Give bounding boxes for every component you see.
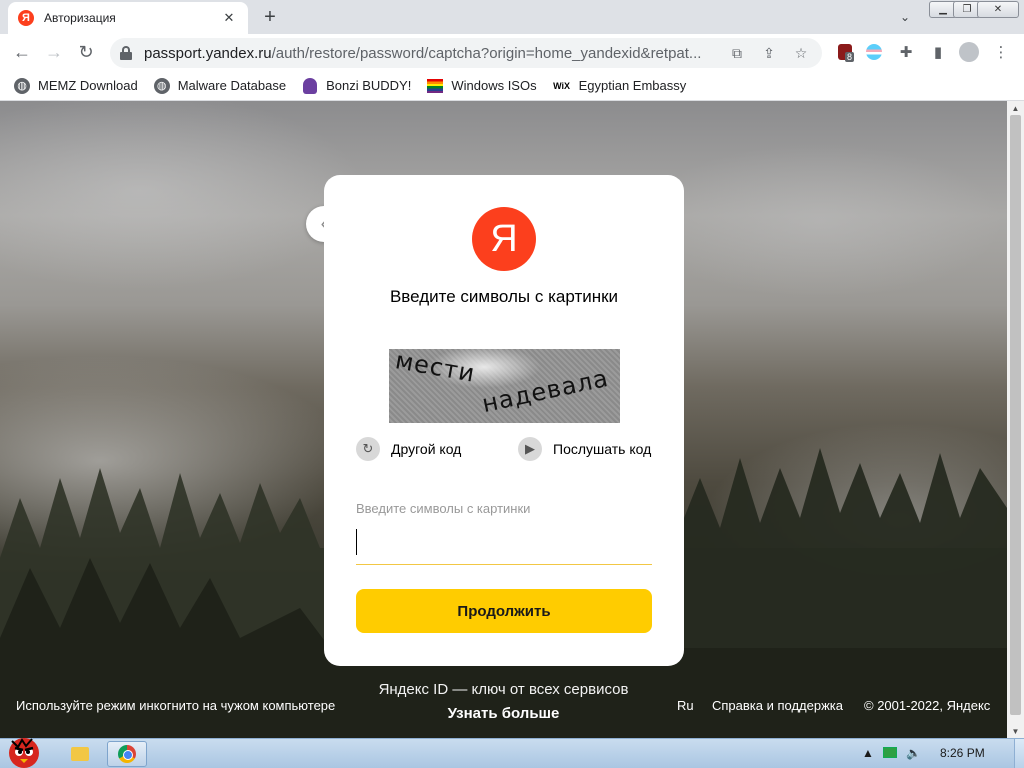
lock-icon[interactable] (120, 46, 132, 60)
other-code-label: Другой код (391, 441, 462, 457)
bookmark-star-icon[interactable]: ☆ (792, 44, 810, 62)
start-button-icon[interactable] (2, 731, 46, 768)
reload-icon[interactable]: ↻ (70, 37, 102, 69)
auth-card: Я Введите символы с картинки мести надев… (324, 175, 684, 666)
yandex-logo: Я (472, 207, 536, 271)
bookmark-windows-isos[interactable]: Windows ISOs (427, 78, 537, 93)
rainbow-flag-icon (427, 78, 444, 93)
bookmark-egyptian-embassy[interactable]: WiX Egyptian Embassy (553, 78, 686, 94)
tab-title: Авторизация (44, 11, 116, 25)
url-text[interactable]: passport.yandex.ru/auth/restore/password… (144, 45, 719, 62)
taskbar: ▲ 🔈 8:26 PM (0, 738, 1024, 768)
menu-kebab-icon[interactable]: ⋮ (990, 41, 1012, 63)
copyright: © 2001-2022, Яндекс (864, 698, 991, 713)
refresh-icon: ↻ (356, 437, 380, 461)
tab-search-icon[interactable]: ⌄ (895, 8, 915, 26)
translate-icon[interactable]: ⧉ (728, 44, 746, 62)
bookmark-bonzi-buddy[interactable]: Bonzi BUDDY! (302, 77, 411, 94)
volume-icon[interactable]: 🔈 (906, 746, 921, 760)
listen-code-button[interactable]: ▶ Послушать код (518, 437, 651, 461)
other-code-button[interactable]: ↻ Другой код (356, 437, 461, 461)
back-arrow-icon[interactable]: ← (6, 37, 38, 69)
show-desktop-button[interactable] (1014, 739, 1024, 768)
extension-badge-icon[interactable]: 8 (834, 41, 856, 63)
captcha-image: мести надевала (389, 349, 620, 423)
page-title: Введите символы с картинки (389, 287, 619, 306)
globe-icon: ◍ (14, 77, 30, 94)
scroll-thumb[interactable] (1010, 115, 1021, 715)
bookmark-memz[interactable]: ◍ MEMZ Download (14, 77, 138, 94)
slogan: Яндекс ID — ключ от всех сервисов (378, 681, 629, 698)
captcha-word: надевала (479, 363, 612, 419)
chrome-taskbar-button[interactable] (107, 741, 147, 767)
bookmark-malware-database[interactable]: ◍ Malware Database (153, 77, 286, 94)
scroll-up-icon[interactable]: ▲ (1007, 101, 1024, 115)
tab-authorization[interactable]: Я Авторизация ✕ (8, 2, 248, 34)
learn-more-link[interactable]: Узнать больше (0, 705, 1007, 722)
bonzi-icon (302, 77, 318, 94)
bookmarks-bar: ◍ MEMZ Download ◍ Malware Database Bonzi B… (0, 71, 1024, 101)
close-window-button[interactable]: ✕ (977, 1, 1019, 18)
chrome-icon (118, 745, 136, 763)
yandex-favicon-icon: Я (18, 10, 34, 26)
scroll-down-icon[interactable]: ▼ (1007, 724, 1024, 738)
network-icon[interactable] (883, 747, 897, 761)
extension-icon[interactable] (863, 41, 885, 63)
continue-button[interactable]: Продолжить (356, 589, 652, 633)
extensions-puzzle-icon[interactable]: ✚ (895, 41, 917, 63)
forward-arrow-icon[interactable]: → (38, 37, 70, 69)
language-link[interactable]: Ru (677, 698, 694, 713)
new-tab-button[interactable]: + (258, 5, 282, 29)
listen-code-label: Послушать код (553, 441, 652, 457)
page-background: ‹ Я Введите символы с картинки мести над… (0, 101, 1007, 738)
file-explorer-icon[interactable] (60, 741, 100, 767)
wix-icon: WiX (553, 80, 571, 91)
profile-avatar-icon[interactable] (958, 41, 980, 63)
captcha-input[interactable] (356, 519, 652, 565)
address-bar[interactable]: passport.yandex.ru/auth/restore/password… (110, 38, 822, 68)
clock[interactable]: 8:26 PM (940, 746, 985, 760)
play-icon: ▶ (518, 437, 542, 461)
help-link[interactable]: Справка и поддержка (712, 698, 843, 713)
captcha-word: мести (393, 349, 478, 388)
captcha-field-label: Введите символы с картинки (356, 501, 531, 516)
tab-close-icon[interactable]: ✕ (220, 10, 238, 26)
page-scrollbar[interactable]: ▲ ▼ (1007, 101, 1024, 738)
tab-strip: Я Авторизация ✕ + ⌄ ▁ ❐ ✕ (0, 0, 1024, 34)
text-cursor (356, 529, 357, 555)
side-panel-icon[interactable]: ▮ (927, 41, 949, 63)
share-icon[interactable]: ⇪ (760, 44, 778, 62)
show-hidden-icons-icon[interactable]: ▲ (862, 746, 874, 760)
globe-icon: ◍ (153, 77, 170, 94)
